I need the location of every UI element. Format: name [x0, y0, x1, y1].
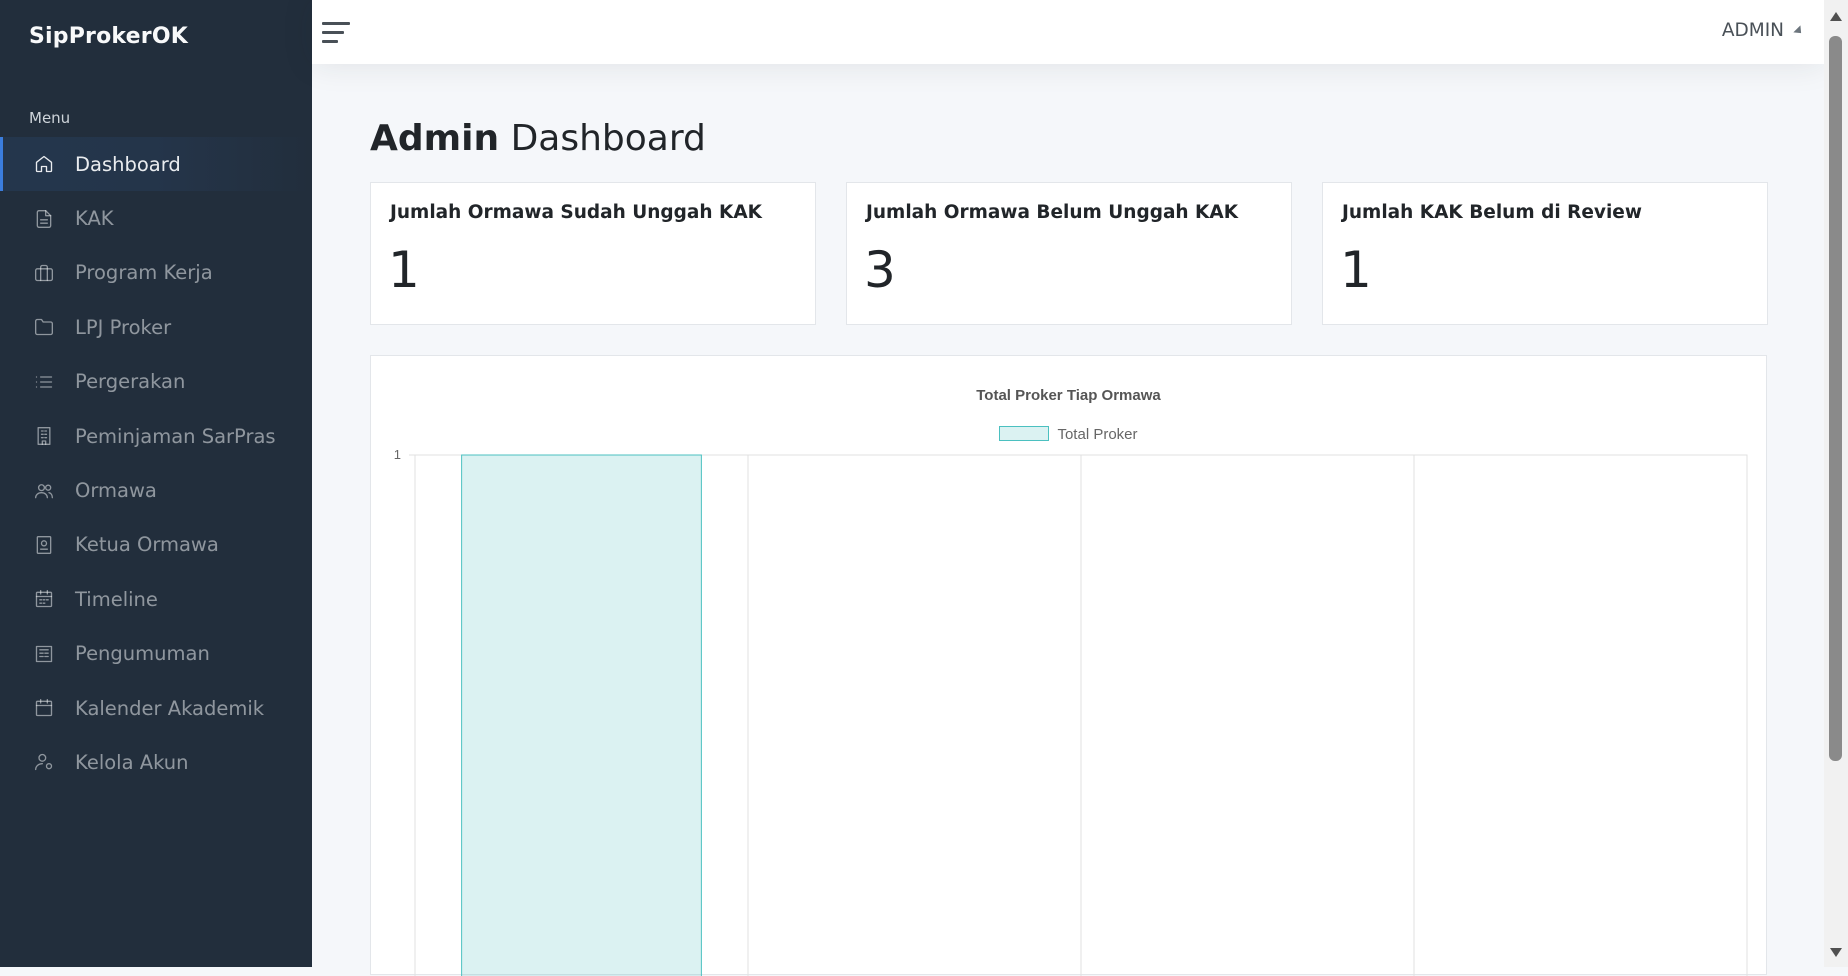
folder-icon — [33, 316, 55, 338]
sidebar-item-label: Dashboard — [75, 152, 181, 176]
sidebar-item-pengumuman[interactable]: Pengumuman — [0, 627, 312, 681]
sidebar-item-peminjaman-sarpras[interactable]: Peminjaman SarPras — [0, 409, 312, 463]
calendar-filled-icon — [33, 588, 55, 610]
sidebar-item-label: KAK — [75, 207, 114, 231]
stat-card-uploaded: Jumlah Ormawa Sudah Unggah KAK 1 — [370, 182, 816, 325]
chevron-down-icon — [1793, 24, 1805, 37]
sidebar-item-label: LPJ Proker — [75, 315, 172, 339]
scroll-up-arrow-icon[interactable] — [1830, 12, 1842, 21]
stat-title: Jumlah Ormawa Sudah Unggah KAK — [390, 202, 762, 223]
sidebar-item-label: Program Kerja — [75, 261, 213, 285]
sidebar-item-label: Pengumuman — [75, 642, 210, 666]
sidebar-item-lpj-proker[interactable]: LPJ Proker — [0, 300, 312, 354]
id-badge-icon — [33, 534, 55, 556]
list-icon — [33, 371, 55, 393]
newspaper-icon — [33, 643, 55, 665]
bar-chart: 1 — [394, 447, 1748, 976]
sidebar-item-label: Timeline — [75, 587, 158, 611]
chart-card: Total Proker Tiap Ormawa Total Proker 1 — [370, 355, 1767, 976]
sidebar-item-ketua-ormawa[interactable]: Ketua Ormawa — [0, 518, 312, 572]
sidebar-nav: Dashboard KAK Program Kerja LPJ Proker Perge… — [0, 137, 312, 790]
sidebar-header: Menu — [29, 109, 71, 127]
sidebar-item-label: Ormawa — [75, 479, 157, 503]
calendar-icon — [33, 697, 55, 719]
sidebar-item-label: Kalender Akademik — [75, 696, 265, 720]
file-text-icon — [33, 208, 55, 230]
sidebar-item-kalender-akademik[interactable]: Kalender Akademik — [0, 681, 312, 735]
briefcase-icon — [33, 262, 55, 284]
sidebar-item-label: Peminjaman SarPras — [75, 424, 276, 448]
stat-card-not-uploaded: Jumlah Ormawa Belum Unggah KAK 3 — [846, 182, 1292, 325]
sidebar-item-program-kerja[interactable]: Program Kerja — [0, 246, 312, 300]
page-scrollbar[interactable] — [1824, 0, 1848, 967]
sidebar-item-pergerakan[interactable]: Pergerakan — [0, 355, 312, 409]
sidebar-item-label: Pergerakan — [75, 370, 186, 394]
sidebar: SipProkerOK Menu Dashboard KAK Program Ker… — [0, 0, 312, 967]
stat-value: 1 — [388, 241, 420, 299]
user-gear-icon — [33, 751, 55, 773]
user-menu[interactable]: ADMIN — [1721, 20, 1805, 41]
topbar: ADMIN — [312, 0, 1824, 64]
stat-card-not-reviewed: Jumlah KAK Belum di Review 1 — [1322, 182, 1768, 325]
user-name: ADMIN — [1721, 20, 1784, 41]
page-title: Admin Dashboard — [370, 118, 706, 159]
y-tick-label: 1 — [394, 447, 401, 462]
stat-value: 3 — [864, 241, 896, 299]
scroll-down-arrow-icon[interactable] — [1830, 948, 1842, 957]
sidebar-item-dashboard[interactable]: Dashboard — [0, 137, 312, 192]
stat-title: Jumlah KAK Belum di Review — [1342, 202, 1642, 223]
sidebar-item-kak[interactable]: KAK — [0, 191, 312, 245]
sidebar-item-timeline[interactable]: Timeline — [0, 572, 312, 626]
sidebar-item-ormawa[interactable]: Ormawa — [0, 463, 312, 517]
brand-logo[interactable]: SipProkerOK — [29, 24, 188, 49]
chart-bar[interactable] — [461, 454, 702, 976]
stat-value: 1 — [1340, 241, 1372, 299]
scrollbar-thumb[interactable] — [1829, 36, 1842, 761]
sidebar-item-label: Kelola Akun — [75, 750, 189, 774]
stat-title: Jumlah Ormawa Belum Unggah KAK — [866, 202, 1239, 223]
sidebar-item-label: Ketua Ormawa — [75, 533, 219, 557]
building-icon — [33, 425, 55, 447]
home-icon — [33, 153, 55, 175]
sidebar-item-kelola-akun[interactable]: Kelola Akun — [0, 735, 312, 789]
sidebar-toggle-icon[interactable] — [322, 20, 352, 46]
users-icon — [33, 480, 55, 502]
